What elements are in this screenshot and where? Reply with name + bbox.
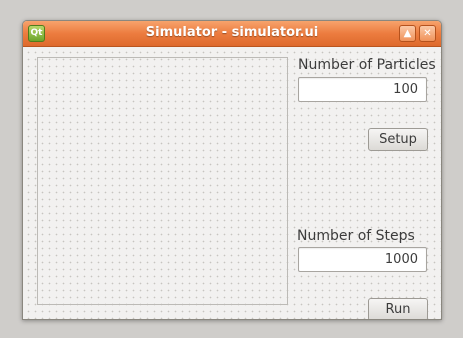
title-bar[interactable]: Qt Simulator - simulator.ui ▲ ✕ xyxy=(23,21,441,47)
run-button[interactable]: Run xyxy=(368,298,428,319)
particles-label: Number of Particles xyxy=(298,57,436,73)
steps-input[interactable]: 1000 xyxy=(298,247,427,272)
window-title: Simulator - simulator.ui xyxy=(145,25,319,40)
form-area: Number of Particles 100 Setup Number of … xyxy=(23,47,441,319)
setup-button[interactable]: Setup xyxy=(368,128,428,151)
close-icon: ✕ xyxy=(423,28,432,39)
particles-input[interactable]: 100 xyxy=(298,77,427,102)
maximize-icon: ▲ xyxy=(403,28,412,39)
maximize-button[interactable]: ▲ xyxy=(399,25,416,42)
simulation-canvas[interactable] xyxy=(37,57,288,305)
simulator-window: Qt Simulator - simulator.ui ▲ ✕ Number o… xyxy=(22,20,442,320)
steps-label: Number of Steps xyxy=(297,228,415,244)
close-button[interactable]: ✕ xyxy=(419,25,436,42)
